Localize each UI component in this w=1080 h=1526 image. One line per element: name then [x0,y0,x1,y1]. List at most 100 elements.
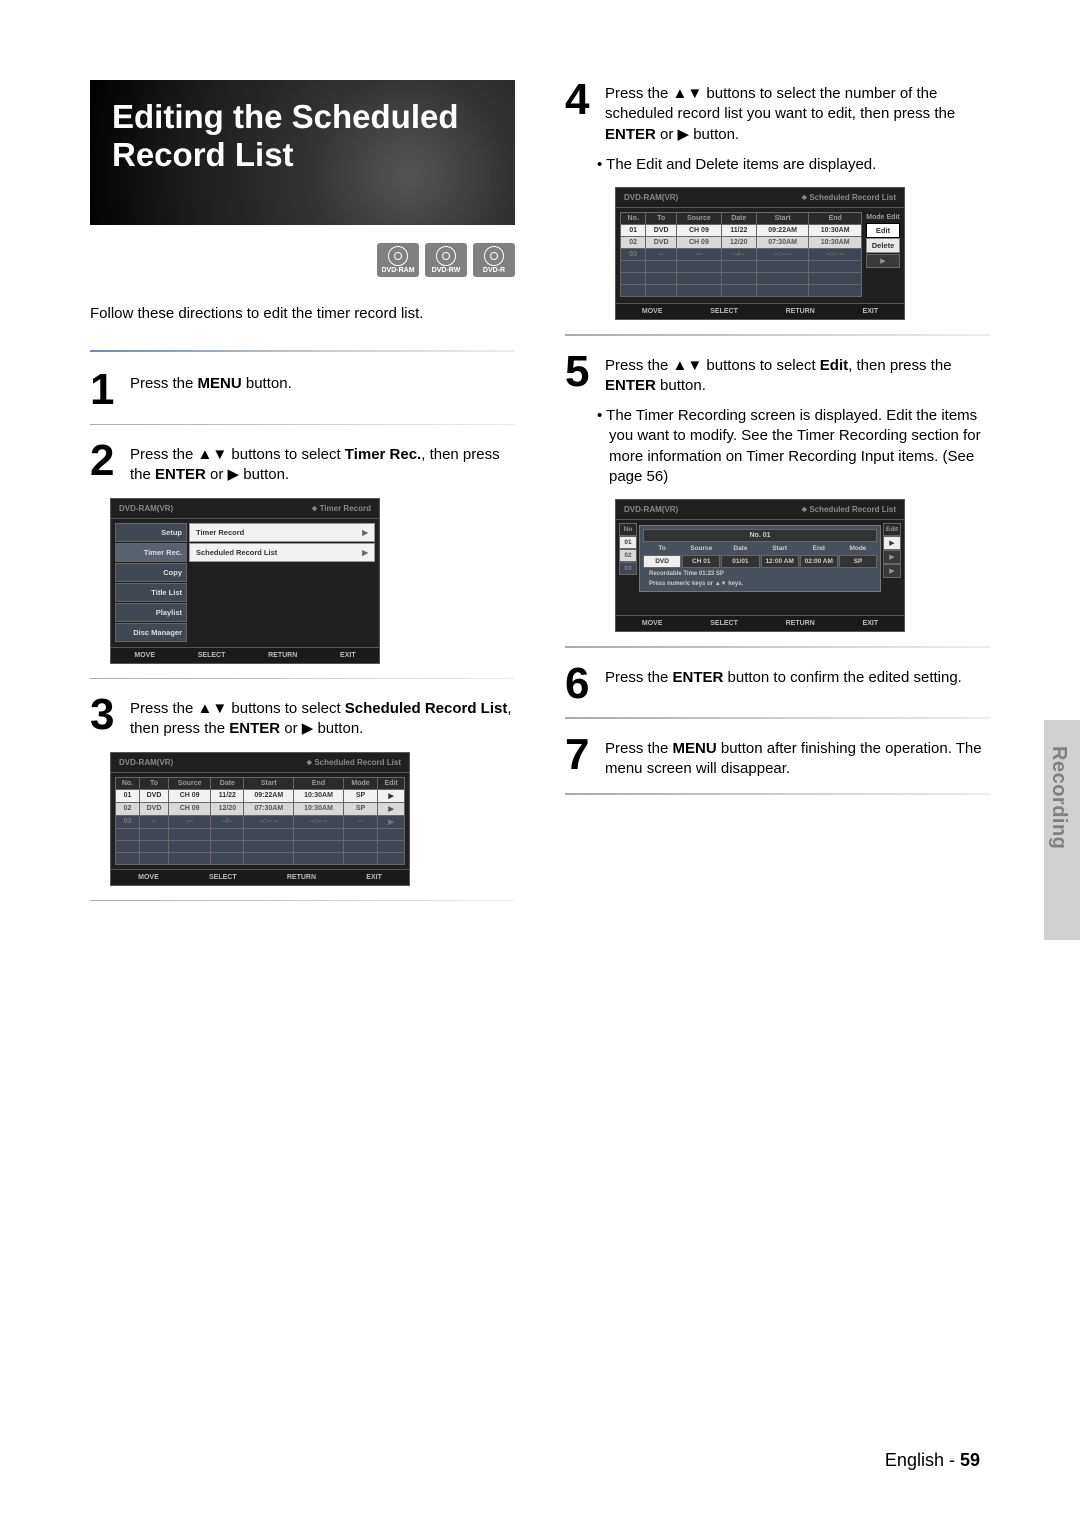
arrow-icon: ▶ [362,528,368,537]
osd-title: Scheduled Record List [801,193,896,202]
step-text: Press the ENTER button to confirm the ed… [605,664,962,688]
step-number: 4 [565,80,595,120]
arrow-icon: ▶ [883,550,901,564]
osd-title: Scheduled Record List [306,758,401,767]
osd-footer-return: RETURN [786,620,815,627]
osd-title: Timer Record [311,504,371,513]
table-row: 01DVDCH 0911/2209:22AM10:30AM [621,225,862,237]
osd-body: Setup Timer Rec. Copy Title List Playlis… [111,519,379,647]
osd-disc-label: DVD-RAM(VR) [119,504,173,513]
osd-menu-right: Timer Record▶ Scheduled Record List▶ [189,523,375,643]
osd-header: DVD-RAM(VR) Scheduled Record List [616,188,904,208]
footer-lang: English - [885,1450,960,1470]
osd-footer: MOVE SELECT RETURN EXIT [616,303,904,319]
osd-footer-return: RETURN [786,308,815,315]
right-column: 4 Press the ▲▼ buttons to select the num… [565,80,990,917]
osd-footer: MOVE SELECT RETURN EXIT [616,615,904,631]
table-row: 03-------/----:-- ----:-- ----▶ [116,815,405,828]
step-4-bullet: The Edit and Delete items are displayed. [609,155,990,175]
disc-label: DVD-RW [432,267,461,274]
osd-footer-exit: EXIT [340,652,356,659]
disc-icon [388,246,408,266]
osd-body: No 01 02 03 No. 01 ToSourceDateStartEndM… [616,520,904,615]
osd-footer-move: MOVE [134,652,155,659]
disc-label: DVD-R [483,267,505,274]
edit-panel-wrap: No. 01 ToSourceDateStartEndMode DVDCH 01… [637,523,883,612]
osd-body: No.ToSourceDateStartEndModeEdit 01DVDCH … [111,773,409,869]
popup-delete-button: Delete [866,238,900,253]
popup-column: Mode Edit Edit Delete ▶ [866,212,900,268]
table-row [116,828,405,840]
menu-item: Setup [115,523,187,542]
popup-header: Mode Edit [866,212,900,223]
osd-menu: Setup Timer Rec. Copy Title List Playlis… [115,523,375,643]
osd-body: No.ToSourceDateStartEnd 01DVDCH 0911/220… [616,208,904,303]
osd-footer-return: RETURN [268,652,297,659]
step-text: Press the ▲▼ buttons to select the numbe… [605,80,990,145]
osd-edit-detail: DVD-RAM(VR) Scheduled Record List No 01 … [615,499,905,632]
table-header: No.ToSourceDateStartEndModeEdit [116,777,405,789]
step-number: 2 [90,441,120,481]
step-text: Press the MENU button. [130,370,292,394]
scheduled-table: No.ToSourceDateStartEndModeEdit 01DVDCH … [115,777,405,865]
divider [90,350,515,352]
section-tab: Recording [1044,720,1080,940]
step-text: Press the ▲▼ buttons to select Timer Rec… [130,441,515,486]
osd-header: DVD-RAM(VR) Timer Record [111,499,379,519]
step-4: 4 Press the ▲▼ buttons to select the num… [565,80,990,145]
osd-header: DVD-RAM(VR) Scheduled Record List [616,500,904,520]
step-number: 1 [90,370,120,410]
menu-item: Playlist [115,603,187,622]
osd-scheduled-list: DVD-RAM(VR) Scheduled Record List No.ToS… [110,752,410,886]
edit-row-vals: DVDCH 0101/0112:00 AM02:00 AMSP [643,555,877,568]
row-labels: No 01 02 03 [619,523,637,612]
divider [90,424,515,426]
osd-timer-record-menu: DVD-RAM(VR) Timer Record Setup Timer Rec… [110,498,380,664]
disc-badge: DVD-RAM [377,243,419,277]
osd-title: Scheduled Record List [801,505,896,514]
left-column: Editing the Scheduled Record List DVD-RA… [90,80,515,917]
arrow-icon: ▶ [883,564,901,578]
step-7: 7 Press the MENU button after finishing … [565,735,990,780]
step-number: 6 [565,664,595,704]
divider [565,793,990,795]
side-right: Edit ▶ ▶ ▶ [883,523,901,612]
disc-label: DVD-RAM [381,267,414,274]
disc-badge: DVD-RW [425,243,467,277]
submenu-item: Timer Record▶ [189,523,375,542]
step-2: 2 Press the ▲▼ buttons to select Timer R… [90,441,515,486]
osd-footer-return: RETURN [287,874,316,881]
table-row: 02DVDCH 0912/2007:30AM10:30AM [621,237,862,249]
step-text: Press the ▲▼ buttons to select Edit, the… [605,352,990,397]
edit-row-heads: ToSourceDateStartEndMode [643,543,877,554]
table-row: 03-------/----:-- ----:-- -- [621,249,862,261]
page-footer: English - 59 [885,1450,980,1471]
edit-panel-title: No. 01 [643,529,877,542]
step-text: Press the ▲▼ buttons to select Scheduled… [130,695,515,740]
osd-menu-left: Setup Timer Rec. Copy Title List Playlis… [115,523,187,643]
osd-footer-move: MOVE [138,874,159,881]
page-columns: Editing the Scheduled Record List DVD-RA… [90,80,1010,917]
disc-icon [484,246,504,266]
menu-item: Disc Manager [115,623,187,642]
popup-buttons: Edit Delete [866,223,900,253]
arrow-icon: ▶ [883,536,901,550]
disc-badge: DVD-R [473,243,515,277]
popup-edit-button: Edit [866,223,900,238]
table-row: 01DVDCH 0911/2209:22AM10:30AMSP▶ [116,789,405,802]
page-title: Editing the Scheduled Record List [112,98,493,174]
menu-item: Timer Rec. [115,543,187,562]
osd-footer-select: SELECT [198,652,226,659]
disc-badges: DVD-RAM DVD-RW DVD-R [90,243,515,277]
arrow-icon: ▶ [362,548,368,557]
osd-disc-label: DVD-RAM(VR) [624,505,678,514]
osd-footer-select: SELECT [710,308,738,315]
osd-footer-move: MOVE [642,308,663,315]
osd-disc-label: DVD-RAM(VR) [119,758,173,767]
osd-footer-select: SELECT [710,620,738,627]
intro-text: Follow these directions to edit the time… [90,305,515,322]
divider [565,646,990,648]
osd-disc-label: DVD-RAM(VR) [624,193,678,202]
scheduled-table: No.ToSourceDateStartEnd 01DVDCH 0911/220… [620,212,862,297]
edit-note: Press numeric keys or ▲▼ keys. [643,578,877,588]
